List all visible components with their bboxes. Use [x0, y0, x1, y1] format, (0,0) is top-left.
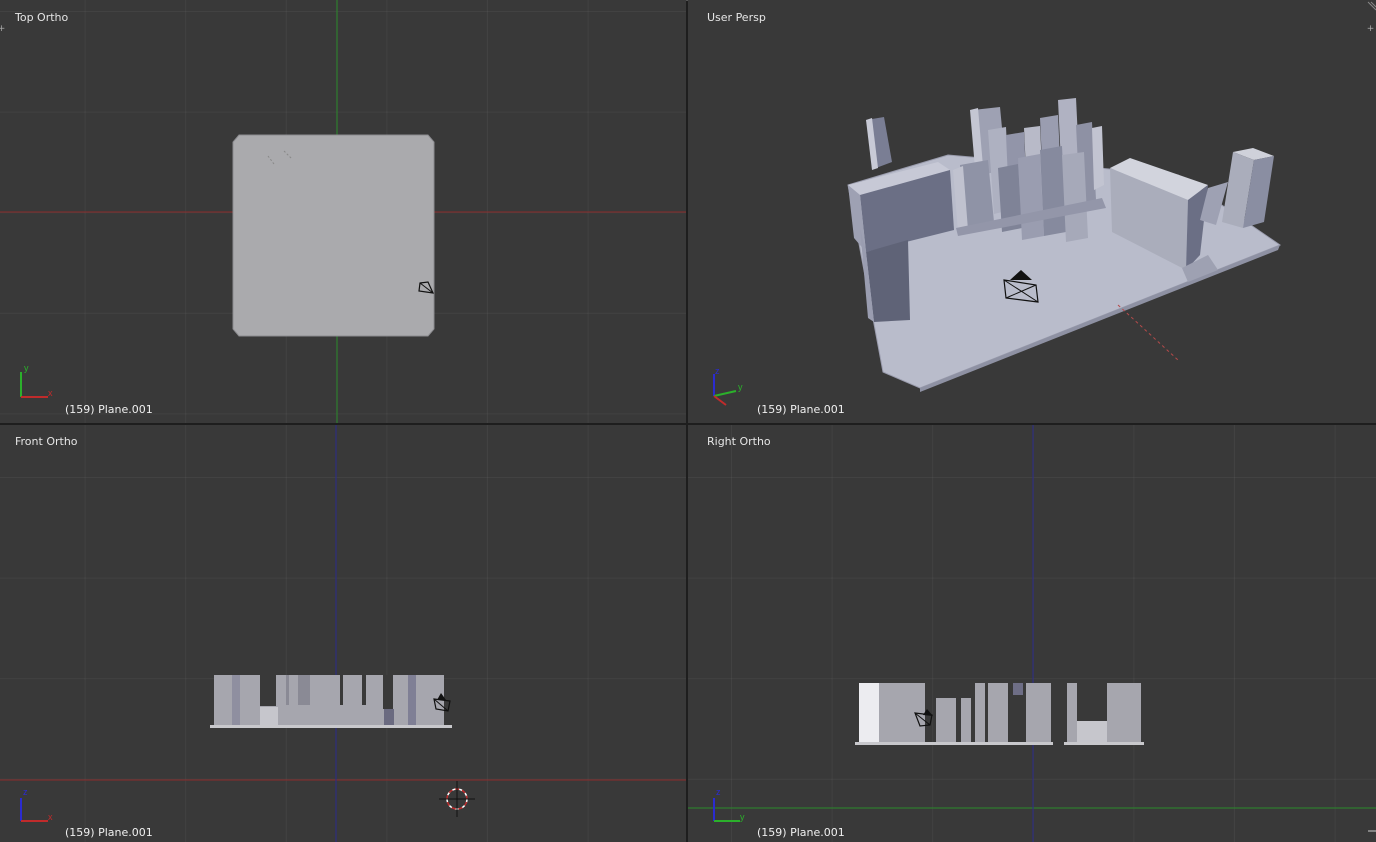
axis-label-x: x — [48, 388, 53, 398]
viewport-user-persp[interactable]: z y + User Persp (159) Plane.001 — [688, 0, 1376, 423]
building-cluster — [953, 98, 1106, 242]
object-status: (159) Plane.001 — [65, 826, 153, 839]
plus-icon[interactable]: + — [1366, 25, 1375, 34]
axis-label-z: z — [715, 366, 720, 376]
viewport-right-ortho[interactable]: z y Right Ortho (159) Plane.001 — [688, 425, 1376, 842]
front-ortho-scene: z x — [0, 425, 686, 842]
axis-gizmo-icon — [20, 372, 48, 398]
axis-gizmo-icon — [713, 798, 740, 822]
axis-label-y: y — [740, 812, 745, 822]
viewport-title: User Persp — [707, 11, 766, 24]
axis-label-y: y — [24, 363, 29, 373]
axis-label-y: y — [738, 382, 743, 392]
plus-icon[interactable]: + — [0, 25, 6, 34]
viewport-title: Front Ortho — [15, 435, 78, 448]
front-buildings — [210, 675, 452, 728]
right-ortho-scene: z y — [688, 425, 1376, 842]
viewport-title: Right Ortho — [707, 435, 771, 448]
object-status: (159) Plane.001 — [757, 403, 845, 416]
user-persp-scene: z y — [713, 1, 1376, 406]
axis-label-x: x — [48, 812, 53, 822]
axis-gizmo-icon — [20, 798, 48, 822]
viewport-title: Top Ortho — [15, 11, 69, 24]
viewport-front-ortho[interactable]: z x Front Ortho (159) Plane.001 — [0, 425, 686, 842]
right-buildings — [855, 683, 1144, 745]
axis-gizmo-icon — [713, 374, 737, 406]
3d-view-workspace: y x + Top Ortho (159) Plane.001 z y + Us… — [0, 0, 1376, 842]
plane-mesh-top — [232, 134, 435, 337]
object-status: (159) Plane.001 — [757, 826, 845, 839]
axis-label-z: z — [23, 787, 28, 797]
axis-label-z: z — [716, 787, 721, 797]
building — [866, 240, 910, 322]
object-status: (159) Plane.001 — [65, 403, 153, 416]
viewport-top-ortho[interactable]: y x + Top Ortho (159) Plane.001 — [0, 0, 686, 423]
3d-cursor-icon — [439, 781, 475, 817]
x-axis-line — [1117, 304, 1179, 361]
top-ortho-scene: y x — [0, 0, 686, 423]
